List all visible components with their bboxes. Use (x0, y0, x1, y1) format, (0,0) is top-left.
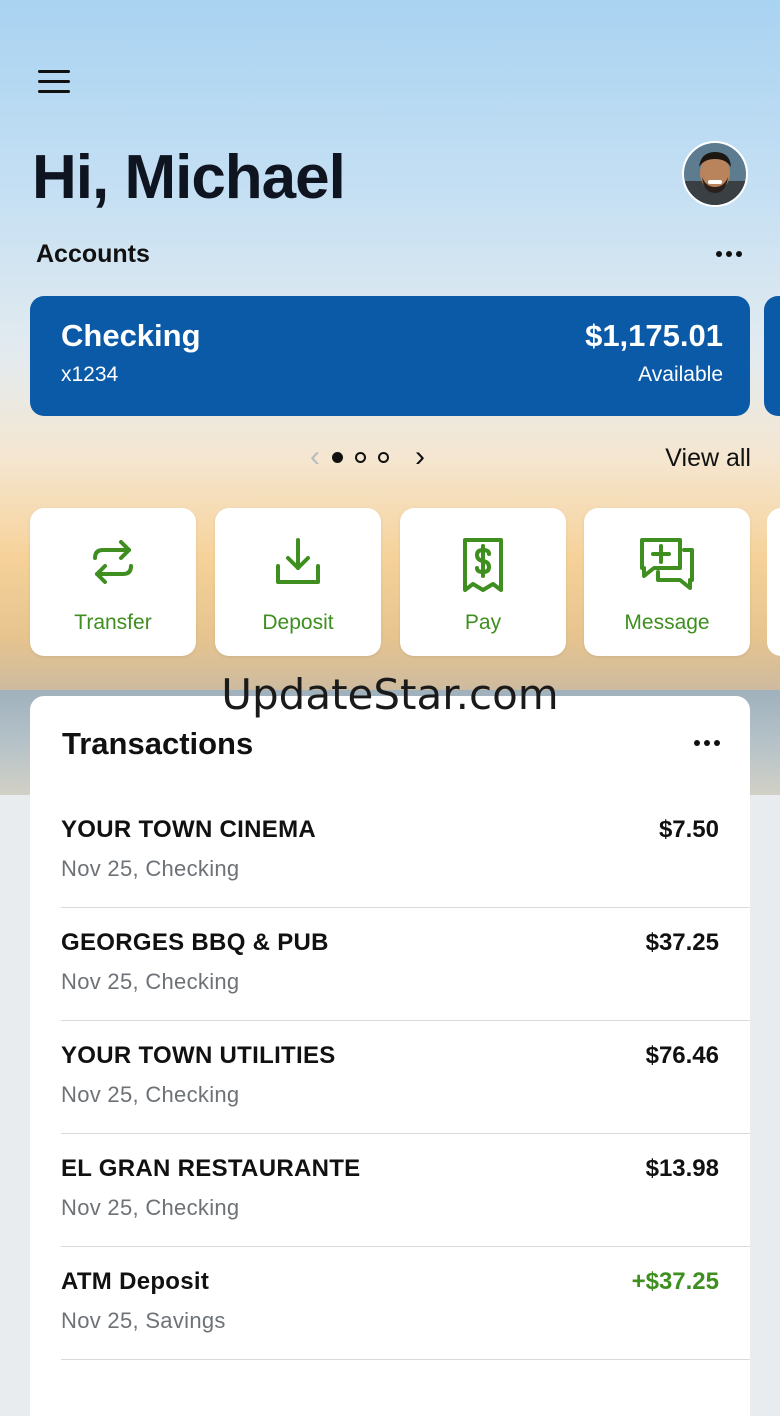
account-number: x1234 (61, 363, 119, 386)
pay-label: Pay (464, 611, 502, 634)
table-row[interactable]: YOUR TOWN UTILITIES Nov 25, Checking $76… (61, 1020, 750, 1134)
dollar-receipt-icon (463, 538, 503, 592)
account-pager: ‹ › (310, 442, 425, 472)
account-card-checking[interactable]: Checking x1234 $1,175.01 Available (30, 296, 750, 416)
transaction-merchant: YOUR TOWN CINEMA (61, 816, 317, 843)
transaction-amount: $76.46 (645, 1042, 719, 1069)
table-row[interactable]: YOUR TOWN CINEMA Nov 25, Checking $7.50 (61, 794, 750, 908)
pay-button[interactable]: Pay (400, 508, 566, 656)
avatar[interactable] (682, 141, 748, 207)
view-all-link[interactable]: View all (665, 444, 751, 473)
transaction-merchant: YOUR TOWN UTILITIES (61, 1042, 336, 1069)
account-balance: $1,175.01 (585, 318, 723, 353)
transaction-amount: $7.50 (658, 816, 719, 843)
transaction-amount: +$37.25 (631, 1268, 719, 1295)
transaction-detail: Nov 25, Checking (61, 969, 240, 994)
table-row[interactable]: EL GRAN RESTAURANTE Nov 25, Checking $13… (61, 1133, 750, 1247)
transaction-detail: Nov 25, Checking (61, 1195, 240, 1220)
hamburger-menu-icon[interactable] (38, 70, 70, 96)
table-row[interactable]: GEORGES BBQ & PUB Nov 25, Checking $37.2… (61, 907, 750, 1021)
table-row[interactable]: ATM Deposit Nov 25, Savings +$37.25 (61, 1246, 750, 1360)
account-balance-label: Available (638, 363, 723, 386)
pager-dot[interactable] (378, 451, 389, 463)
next-account-card[interactable] (764, 296, 780, 416)
deposit-button[interactable]: Deposit (215, 508, 381, 656)
transaction-merchant: GEORGES BBQ & PUB (61, 929, 329, 956)
transactions-panel: Transactions YOUR TOWN CINEMA Nov 25, Ch… (30, 696, 750, 1416)
accounts-more-icon[interactable] (716, 251, 742, 257)
chat-plus-icon (640, 538, 694, 590)
transactions-title: Transactions (62, 726, 254, 761)
greeting-title: Hi, Michael (32, 143, 346, 212)
message-label: Message (624, 611, 710, 634)
transfer-button[interactable]: Transfer (30, 508, 196, 656)
transaction-detail: Nov 25, Savings (61, 1308, 226, 1333)
pager-dot[interactable] (332, 451, 343, 463)
transfer-arrows-icon (93, 540, 133, 584)
chevron-right-icon[interactable]: › (415, 442, 425, 472)
accounts-label: Accounts (36, 240, 150, 268)
watermark-text: UpdateStar.com (221, 670, 559, 719)
transaction-merchant: ATM Deposit (61, 1268, 210, 1295)
transaction-detail: Nov 25, Checking (61, 856, 240, 881)
transactions-more-icon[interactable] (694, 740, 720, 746)
user-avatar-icon (684, 143, 746, 205)
message-button[interactable]: Message (584, 508, 750, 656)
deposit-label: Deposit (262, 611, 334, 634)
transaction-merchant: EL GRAN RESTAURANTE (61, 1155, 361, 1182)
pager-dot[interactable] (355, 451, 366, 463)
transaction-amount: $13.98 (645, 1155, 719, 1182)
transfer-label: Transfer (74, 611, 152, 634)
transaction-amount: $37.25 (645, 929, 719, 956)
account-name: Checking (61, 318, 201, 353)
download-tray-icon (276, 538, 320, 584)
transaction-detail: Nov 25, Checking (61, 1082, 240, 1107)
chevron-left-icon[interactable]: ‹ (310, 442, 320, 472)
next-action-tile[interactable] (767, 508, 780, 656)
